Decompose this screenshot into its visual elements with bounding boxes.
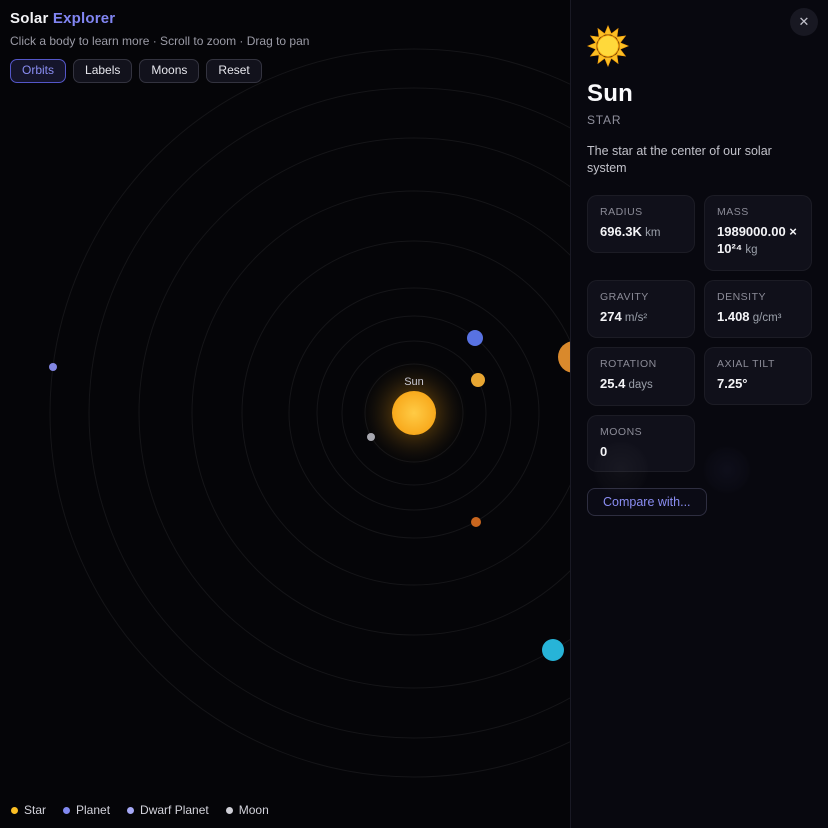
stat-unit: kg xyxy=(742,244,757,256)
toolbar: Orbits Labels Moons Reset xyxy=(10,59,309,83)
stat-label: DENSITY xyxy=(717,291,799,303)
stat-unit: days xyxy=(625,379,653,391)
close-icon[interactable]: ✕ xyxy=(790,8,818,36)
compare-with-button[interactable]: Compare with... xyxy=(587,488,707,516)
title-accent: Explorer xyxy=(53,10,115,27)
sun-ray xyxy=(620,42,629,49)
body-description: The star at the center of our solar syst… xyxy=(587,143,812,177)
earth-body[interactable] xyxy=(467,330,483,346)
hint-text: Click a body to learn more · Scroll to z… xyxy=(10,34,309,48)
pluto-body[interactable] xyxy=(49,363,57,371)
legend-item-planet: Planet xyxy=(63,803,110,817)
mars-body[interactable] xyxy=(471,517,481,527)
legend-label: Moon xyxy=(239,803,269,817)
stat-card-gravity: GRAVITY 274 m/s² xyxy=(587,280,695,339)
stat-card-moons: MOONS 0 xyxy=(587,415,695,473)
header: Solar Explorer Click a body to learn mor… xyxy=(10,10,309,83)
title-primary: Solar xyxy=(10,10,49,27)
stat-card-radius: RADIUS 696.3K km xyxy=(587,195,695,254)
legend-dot xyxy=(11,807,18,814)
sun-ray xyxy=(604,26,611,35)
toolbar-button-orbits[interactable]: Orbits xyxy=(10,59,66,83)
stat-label: RADIUS xyxy=(600,206,682,218)
legend-label: Dwarf Planet xyxy=(140,803,209,817)
stat-value: 696.3K km xyxy=(600,223,682,242)
legend-dot xyxy=(63,807,70,814)
detail-panel: ✕ Sun STAR The star at the center of our… xyxy=(570,0,828,828)
legend: Star Planet Dwarf Planet Moon xyxy=(11,803,269,817)
legend-dot xyxy=(226,807,233,814)
uranus-body[interactable] xyxy=(542,639,564,661)
mercury-body[interactable] xyxy=(367,433,375,441)
stat-unit: g/cm³ xyxy=(750,312,782,324)
stat-unit: m/s² xyxy=(622,312,648,324)
venus-body[interactable] xyxy=(471,373,485,387)
stat-value: 1.408 g/cm³ xyxy=(717,308,799,327)
stat-label: MASS xyxy=(717,206,799,218)
legend-item-moon: Moon xyxy=(226,803,269,817)
stat-label: GRAVITY xyxy=(600,291,682,303)
stat-card-rotation: ROTATION 25.4 days xyxy=(587,347,695,406)
page-title: Solar Explorer xyxy=(10,10,309,27)
stat-value: 274 m/s² xyxy=(600,308,682,327)
body-type-badge: STAR xyxy=(587,113,812,127)
sun-body[interactable] xyxy=(392,391,436,435)
solar-explorer-app: Sun Solar Explorer Click a body to learn… xyxy=(0,0,828,828)
stat-value: 0 xyxy=(600,443,682,461)
legend-item-star: Star xyxy=(11,803,46,817)
stat-card-axial-tilt: AXIAL TILT 7.25° xyxy=(704,347,812,405)
stat-value: 1989000.00 × 10²⁴ kg xyxy=(717,223,799,259)
sun-ray xyxy=(604,58,611,67)
body-name: Sun xyxy=(587,80,812,108)
stat-card-density: DENSITY 1.408 g/cm³ xyxy=(704,280,812,339)
toolbar-button-reset[interactable]: Reset xyxy=(206,59,261,83)
stat-unit: km xyxy=(642,227,661,239)
stat-card-mass: MASS 1989000.00 × 10²⁴ kg xyxy=(704,195,812,271)
stat-label: MOONS xyxy=(600,426,682,438)
legend-dot xyxy=(127,807,134,814)
sun-emoji-icon xyxy=(587,25,629,67)
sun-ray xyxy=(588,42,597,49)
stat-label: AXIAL TILT xyxy=(717,358,799,370)
legend-label: Planet xyxy=(76,803,110,817)
sun-label: Sun xyxy=(404,376,424,388)
stat-value: 25.4 days xyxy=(600,375,682,394)
toolbar-button-labels[interactable]: Labels xyxy=(73,59,132,83)
stats-grid: RADIUS 696.3K km MASS 1989000.00 × 10²⁴ kg G… xyxy=(587,195,812,473)
legend-item-dwarf-planet: Dwarf Planet xyxy=(127,803,209,817)
stat-value: 7.25° xyxy=(717,375,799,393)
legend-label: Star xyxy=(24,803,46,817)
stat-label: ROTATION xyxy=(600,358,682,370)
toolbar-button-moons[interactable]: Moons xyxy=(139,59,199,83)
